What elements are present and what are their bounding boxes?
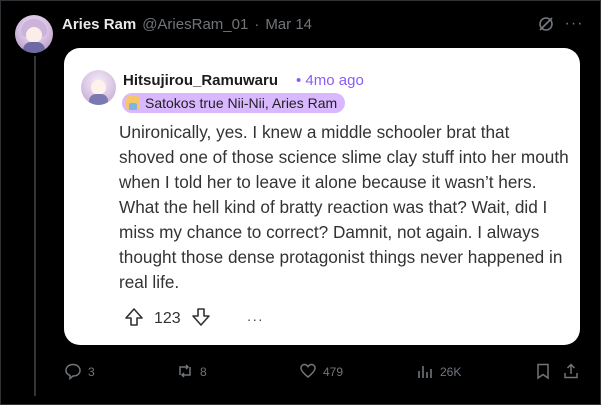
- flair-icon: [126, 96, 140, 110]
- comment-text: Unironically, yes. I knew a middle schoo…: [119, 122, 569, 292]
- post-header: Aries Ram @AriesRam_01 · Mar 14: [62, 14, 312, 34]
- share-button[interactable]: [562, 360, 580, 384]
- bookmark-button[interactable]: [534, 360, 552, 384]
- comment-more-button[interactable]: ···: [247, 311, 264, 327]
- like-count: 479: [323, 365, 344, 379]
- repost-button[interactable]: 8: [176, 360, 207, 384]
- embedded-comment-card: Hitsujirou_Ramuwaru • 4mo ago Satokos tr…: [64, 48, 580, 345]
- post-toolbar: 3 8 479 26K: [64, 360, 584, 384]
- author-avatar[interactable]: [15, 15, 53, 53]
- repost-icon: [176, 362, 194, 383]
- more-icon[interactable]: ···: [564, 14, 584, 34]
- reply-icon: [64, 362, 82, 383]
- upvote-icon[interactable]: [124, 307, 144, 332]
- views-button[interactable]: 26K: [416, 360, 461, 384]
- commenter-username[interactable]: Hitsujirou_Ramuwaru: [123, 72, 278, 89]
- grok-icon[interactable]: [536, 14, 556, 34]
- author-name[interactable]: Aries Ram: [62, 16, 136, 33]
- like-icon: [299, 362, 317, 383]
- reply-count: 3: [88, 365, 95, 379]
- views-count: 26K: [440, 365, 462, 379]
- reply-button[interactable]: 3: [64, 360, 95, 384]
- separator-dot: ·: [254, 15, 260, 33]
- flair-text: Satokos true Nii-Nii, Aries Ram: [145, 95, 338, 111]
- author-handle[interactable]: @AriesRam_01: [142, 16, 248, 33]
- thread-line: [34, 56, 36, 396]
- user-flair: Satokos true Nii-Nii, Aries Ram: [122, 93, 346, 113]
- repost-count: 8: [200, 365, 207, 379]
- bookmark-icon: [534, 362, 552, 383]
- commenter-avatar[interactable]: [81, 70, 116, 105]
- like-button[interactable]: 479: [299, 360, 343, 384]
- views-icon: [416, 362, 434, 383]
- downvote-icon[interactable]: [191, 307, 211, 332]
- share-icon: [562, 362, 580, 383]
- post-date[interactable]: Mar 14: [265, 16, 312, 33]
- comment-time: • 4mo ago: [296, 72, 364, 89]
- comment-actions: 123 ···: [124, 306, 264, 332]
- comment-score: 123: [154, 310, 181, 327]
